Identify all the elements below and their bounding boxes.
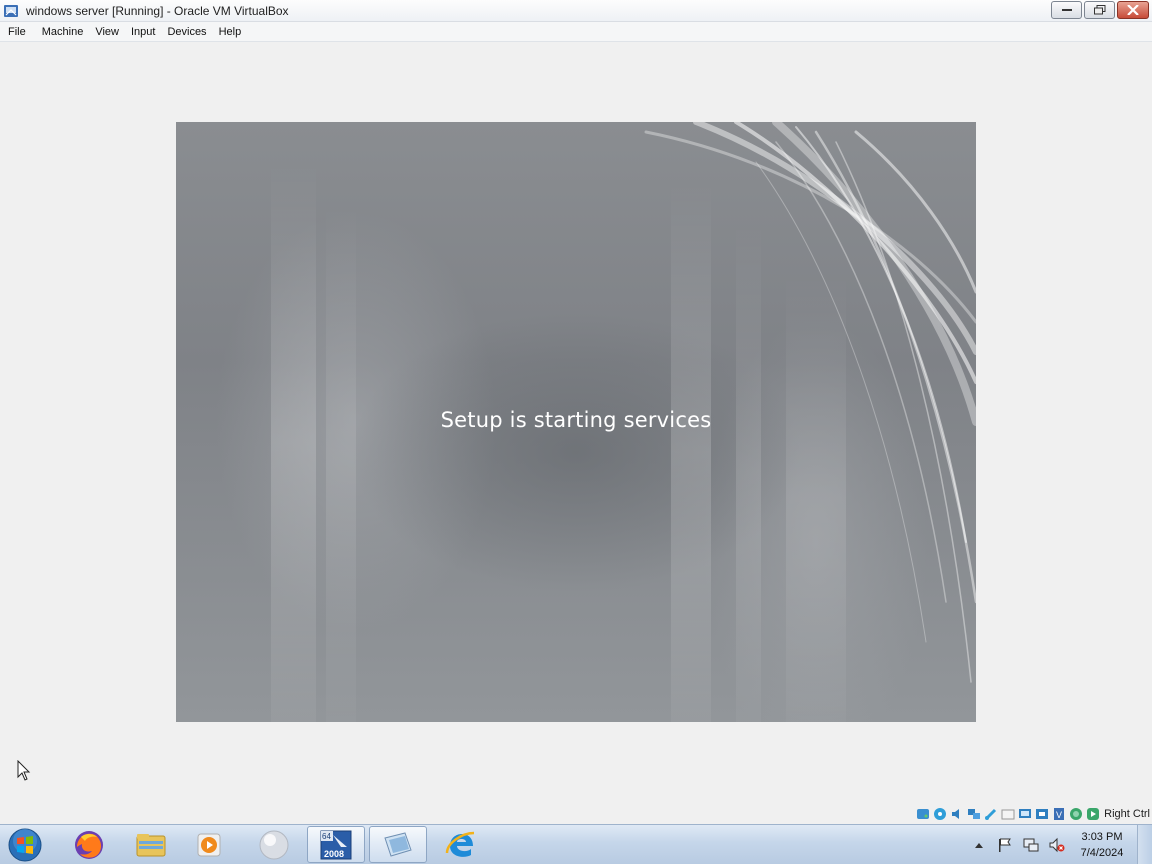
clock-time: 3:03 PM — [1081, 831, 1123, 843]
media-player-icon — [197, 833, 221, 856]
restore-button[interactable] — [1084, 1, 1115, 19]
taskbar: 64 2008 3:03 PM 7/4/2024 — [0, 824, 1152, 864]
network-tray-icon[interactable] — [1022, 836, 1040, 854]
taskbar-explorer[interactable] — [122, 826, 180, 863]
shared-folders-icon[interactable] — [1000, 806, 1016, 822]
taskbar-virtualbox[interactable] — [369, 826, 427, 863]
menu-help[interactable]: Help — [213, 22, 248, 42]
title-bar: windows server [Running] - Oracle VM Vir… — [0, 0, 1152, 22]
system-tray — [972, 825, 1066, 864]
windows-orb-icon — [8, 828, 42, 862]
vm-icon[interactable]: V — [1051, 806, 1067, 822]
cpu-icon[interactable] — [1068, 806, 1084, 822]
clock-date: 7/4/2024 — [1080, 847, 1124, 859]
minimize-icon — [1061, 9, 1072, 11]
close-button[interactable] — [1117, 1, 1149, 19]
show-hidden-icon[interactable] — [972, 838, 986, 852]
close-icon — [1127, 5, 1139, 15]
server-2008-icon: 64 2008 — [320, 830, 352, 859]
window-title: windows server [Running] - Oracle VM Vir… — [26, 3, 289, 18]
action-center-flag-icon[interactable] — [996, 836, 1014, 854]
window-controls — [1051, 1, 1149, 19]
mouse-integration-icon[interactable] — [1085, 806, 1101, 822]
restore-icon — [1093, 5, 1105, 15]
server-badge-64: 64 — [322, 832, 331, 841]
internet-explorer-icon — [445, 831, 475, 857]
menu-file[interactable]: File — [2, 22, 36, 42]
setup-status-message: Setup is starting services — [440, 408, 712, 432]
taskbar-firefox[interactable] — [60, 826, 118, 863]
app-orb-icon — [259, 830, 289, 859]
mouse-cursor-icon — [17, 759, 31, 787]
host-key-label: Right Ctrl — [1104, 808, 1150, 820]
menu-input[interactable]: Input — [125, 22, 161, 42]
menu-machine[interactable]: Machine — [36, 22, 90, 42]
virtualbox-app-icon[interactable] — [3, 3, 19, 19]
minimize-button[interactable] — [1051, 1, 1082, 19]
vm-display[interactable]: Setup is starting services — [176, 122, 976, 722]
taskbar-server-2008[interactable]: 64 2008 — [307, 826, 365, 863]
svg-text:V: V — [1056, 810, 1062, 820]
audio-icon[interactable] — [949, 806, 965, 822]
taskbar-internet-explorer[interactable] — [432, 826, 490, 863]
network-icon[interactable] — [966, 806, 982, 822]
explorer-icon — [136, 833, 166, 856]
display-icon[interactable] — [1017, 806, 1033, 822]
taskbar-app-orb[interactable] — [245, 826, 303, 863]
virtualbox-icon — [384, 831, 412, 857]
vm-status-bar: V Right Ctrl — [915, 804, 1152, 824]
menu-bar: File Machine View Input Devices Help — [0, 22, 1152, 42]
hard-disk-icon[interactable] — [915, 806, 931, 822]
server-badge-2008: 2008 — [324, 849, 344, 859]
taskbar-clock[interactable]: 3:03 PM 7/4/2024 — [1072, 829, 1132, 861]
firefox-icon — [75, 830, 103, 859]
video-capture-icon[interactable] — [1034, 806, 1050, 822]
volume-muted-icon[interactable] — [1048, 836, 1066, 854]
menu-devices[interactable]: Devices — [161, 22, 212, 42]
start-button[interactable] — [5, 827, 45, 863]
taskbar-media-player[interactable] — [181, 826, 239, 863]
optical-drive-icon[interactable] — [932, 806, 948, 822]
menu-view[interactable]: View — [89, 22, 125, 42]
show-desktop-button[interactable] — [1137, 825, 1152, 864]
usb-icon[interactable] — [983, 806, 999, 822]
